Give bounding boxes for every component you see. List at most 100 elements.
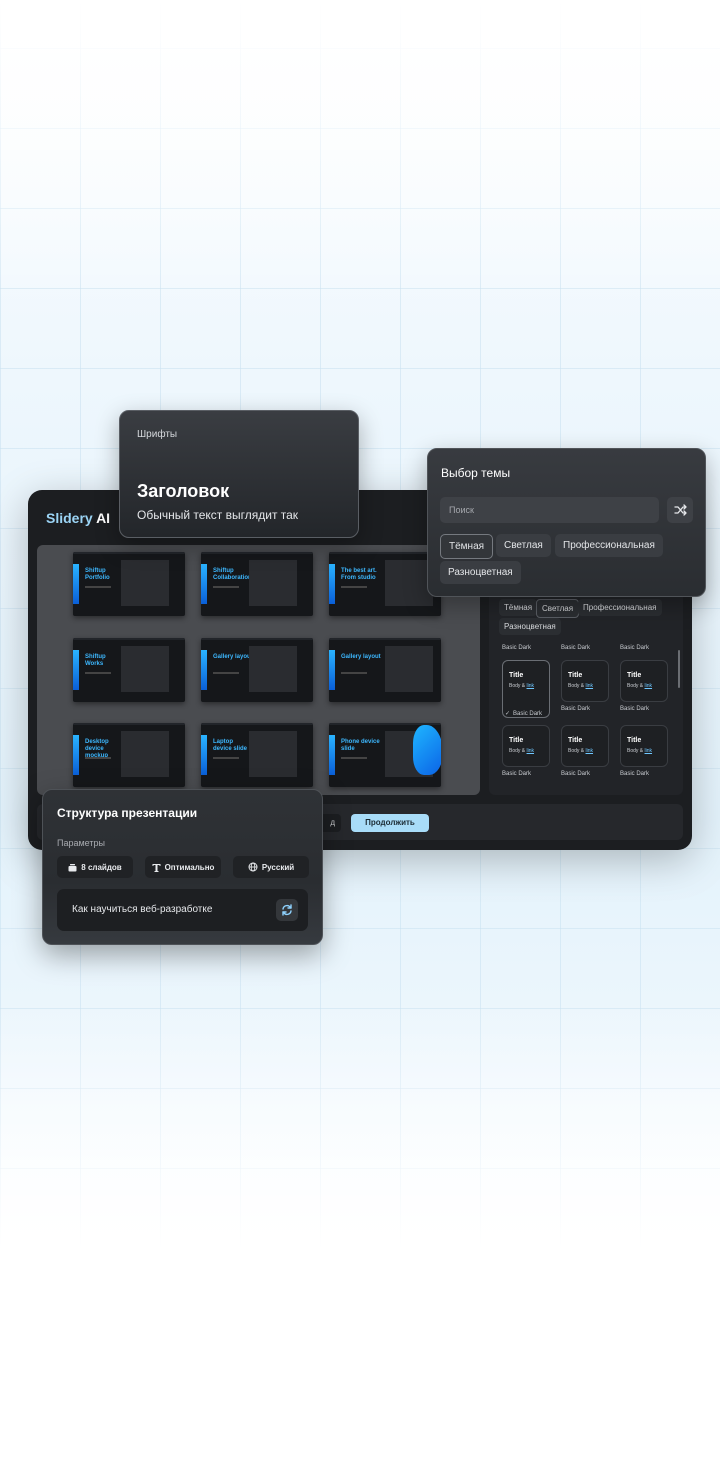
theme-name: ✓ Basic Dark [505, 711, 543, 717]
globe-icon [248, 862, 258, 872]
theme-side-panel: Тёмная Светлая Профессиональная Разноцве… [489, 590, 683, 795]
theme-name: Basic Dark [561, 706, 591, 712]
slide-thumbnail[interactable]: Desktop device mockup [73, 723, 185, 787]
theme-name: Basic Dark [502, 645, 532, 651]
theme-tab-professional[interactable]: Профессиональная [555, 534, 663, 557]
theme-tab-colorful[interactable]: Разноцветная [440, 561, 521, 584]
topic-text: Как научиться веб-разработке [72, 904, 213, 915]
side-tab-professional[interactable]: Профессиональная [578, 599, 662, 616]
side-tab-colorful[interactable]: Разноцветная [499, 618, 561, 635]
shuffle-icon [674, 504, 687, 516]
slide-image [121, 560, 169, 606]
slide-title: Phone device slide [341, 739, 380, 752]
theme-card-title: Title [627, 737, 642, 744]
check-icon: ✓ [505, 711, 511, 717]
slide-title: Shiftup Portfolio [85, 568, 110, 581]
theme-card-body: Body & link [509, 683, 535, 689]
slide-image [121, 646, 169, 692]
slide-title: Laptop device slide [213, 739, 248, 752]
theme-option-card[interactable]: Title Body & link [502, 725, 550, 767]
slide-image [249, 560, 297, 606]
slide-title: Shiftup Collaboration [213, 568, 252, 581]
text-amount-selector[interactable]: Оптимально [145, 856, 221, 878]
logo-suffix: AI [92, 510, 111, 526]
theme-card-link: link [585, 748, 594, 754]
slide-thumbnail[interactable]: Shiftup Collaboration [201, 552, 313, 616]
slides-count-value: 8 слайдов [81, 862, 122, 872]
theme-name: Basic Dark [502, 771, 532, 777]
regenerate-button[interactable] [276, 899, 298, 921]
presentation-structure-card: Структура презентации Параметры 8 слайдо… [42, 789, 323, 945]
theme-card-link: link [526, 683, 535, 689]
topic-input[interactable]: Как научиться веб-разработке [57, 889, 308, 931]
theme-picker-card: Выбор темы Поиск Тёмная Светлая Професси… [427, 448, 706, 597]
fonts-card: Шрифты Заголовок Обычный текст выглядит … [119, 410, 359, 538]
theme-picker-title: Выбор темы [441, 466, 511, 480]
slide-thumbnail[interactable]: Shiftup Portfolio [73, 552, 185, 616]
slides-count-selector[interactable]: 8 слайдов [57, 856, 133, 878]
theme-card-title: Title [627, 672, 642, 679]
slide-title: Gallery layout [341, 654, 381, 660]
side-tab-dark[interactable]: Тёмная [499, 599, 538, 616]
theme-card-title: Title [509, 672, 524, 679]
theme-option-card[interactable]: Title Body & link [561, 660, 609, 702]
theme-card-link: link [526, 748, 535, 754]
stack-icon [68, 863, 77, 871]
theme-card-body: Body & link [568, 683, 594, 689]
theme-card-body: Body & link [627, 748, 653, 754]
logo-brand: Slidery [46, 510, 93, 526]
language-selector[interactable]: Русский [233, 856, 309, 878]
slide-title: Gallery layout [213, 654, 253, 660]
slide-thumbnail[interactable]: Gallery layout [329, 638, 441, 702]
theme-card-link: link [644, 683, 653, 689]
theme-tab-light[interactable]: Светлая [496, 534, 551, 557]
theme-tab-dark[interactable]: Тёмная [440, 534, 494, 559]
theme-card-title: Title [568, 737, 583, 744]
slide-image [249, 731, 297, 777]
slide-image [385, 560, 433, 606]
app-logo: Slidery AI [46, 510, 110, 526]
slide-thumbnail[interactable]: Laptop device slide [201, 723, 313, 787]
theme-card-title: Title [568, 672, 583, 679]
slide-blob-shape [413, 725, 441, 775]
text-amount-value: Оптимально [164, 862, 215, 872]
shuffle-button[interactable] [667, 497, 693, 523]
theme-list-scrollbar[interactable] [678, 650, 680, 688]
theme-option-card[interactable]: Title Body & link [620, 725, 668, 767]
theme-card-link: link [585, 683, 594, 689]
theme-card-body: Body & link [568, 748, 594, 754]
slide-thumbnail[interactable]: Phone device slide [329, 723, 441, 787]
slide-image [249, 646, 297, 692]
slide-title: Shiftup Works [85, 654, 106, 667]
font-body-sample: Обычный текст выглядит так [137, 508, 299, 522]
theme-name: Basic Dark [561, 771, 591, 777]
continue-button[interactable]: Продолжить [351, 814, 429, 832]
slide-thumbnail[interactable]: Gallery layout [201, 638, 313, 702]
slide-image [121, 731, 169, 777]
theme-name: Basic Dark [620, 706, 650, 712]
fonts-label: Шрифты [137, 429, 178, 440]
structure-title: Структура презентации [57, 806, 198, 820]
theme-option-card[interactable]: Title Body & link [620, 660, 668, 702]
theme-search-input[interactable]: Поиск [440, 497, 659, 523]
font-heading-sample: Заголовок [137, 481, 230, 501]
refresh-icon [282, 904, 292, 916]
slide-thumbnail[interactable]: The best art. From studio [329, 552, 441, 616]
language-value: Русский [261, 862, 295, 872]
params-label: Параметры [57, 838, 105, 848]
text-t-icon [152, 863, 161, 872]
theme-name: Basic Dark [620, 771, 650, 777]
slide-image [385, 646, 433, 692]
slide-thumbnail[interactable]: Shiftup Works [73, 638, 185, 702]
theme-option-card[interactable]: Title Body & link [561, 725, 609, 767]
theme-card-link: link [644, 748, 653, 754]
theme-card-body: Body & link [509, 748, 535, 754]
theme-name: Basic Dark [561, 645, 591, 651]
side-tab-light[interactable]: Светлая [536, 599, 580, 618]
slide-title: The best art. From studio [341, 568, 377, 581]
theme-option-card[interactable]: Title Body & link ✓ Basic Dark [502, 660, 550, 718]
slides-preview-area: Shiftup Portfolio Shiftup Collaboration Th… [37, 545, 480, 795]
theme-card-title: Title [509, 737, 524, 744]
theme-name: Basic Dark [620, 645, 650, 651]
theme-card-body: Body & link [627, 683, 653, 689]
